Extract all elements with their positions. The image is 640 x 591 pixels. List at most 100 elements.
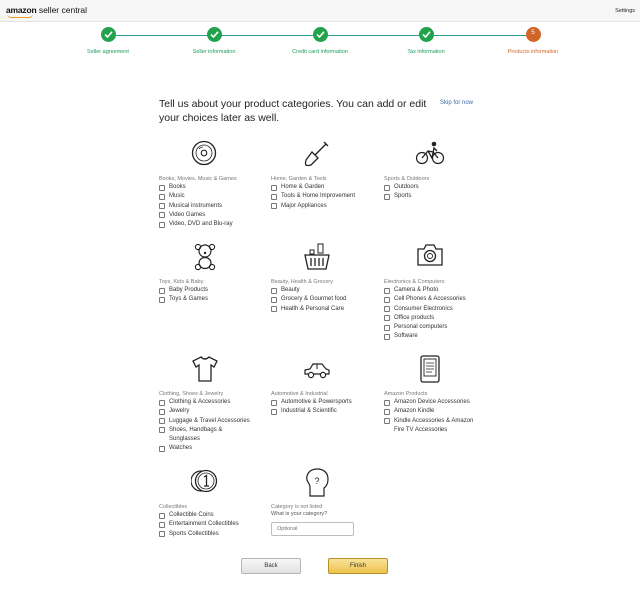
category-electronics-computers: Electronics & Computers Camera & Photo C… [384,243,496,342]
checkbox[interactable] [159,287,165,294]
step-label: Tax information [407,49,445,55]
teddy-bear-icon [194,243,216,271]
checkbox[interactable] [384,193,390,200]
checkbox[interactable] [159,427,165,434]
other-category-question: What is your category? [271,511,328,517]
category-title: Collectibles [159,504,188,510]
option-outdoors[interactable]: Outdoors [384,183,496,192]
checkbox[interactable] [159,408,165,415]
checkbox[interactable] [159,184,165,191]
checkbox[interactable] [271,296,277,303]
option-home-garden[interactable]: Home & Garden [271,183,383,192]
checkbox[interactable] [271,203,277,210]
top-bar: amazon seller central Settings [0,0,640,22]
option-video-dvd-bluray[interactable]: Video, DVD and Blu-ray [159,220,271,229]
checkbox[interactable] [159,221,165,228]
category-collectibles: Collectibles Collectible Coins Entertain… [159,468,271,539]
option-amazon-device-accessories[interactable]: Amazon Device Accessories [384,398,484,407]
category-home-garden-tools: Home, Garden & Tools Home & Garden Tools… [271,140,383,211]
option-cell-phones-accessories[interactable]: Cell Phones & Accessories [384,295,496,304]
progress-stepper: Seller agreement Seller information Cred… [0,22,640,62]
checkbox[interactable] [271,184,277,191]
category-title: Sports & Outdoors [384,176,430,182]
category-clothing-shoes-jewelry: Clothing, Shoes & Jewelry Clothing & Acc… [159,355,271,454]
category-sports-outdoors: Sports & Outdoors Outdoors Sports [384,140,496,202]
option-video-games[interactable]: Video Games [159,211,271,220]
checkbox[interactable] [159,193,165,200]
option-amazon-kindle[interactable]: Amazon Kindle [384,407,484,416]
option-musical-instruments[interactable]: Musical instruments [159,202,271,211]
checkbox[interactable] [159,296,165,303]
option-sports[interactable]: Sports [384,192,496,201]
checkbox[interactable] [384,315,390,322]
option-luggage-travel-accessories[interactable]: Luggage & Travel Accessories [159,417,271,426]
checkbox[interactable] [384,418,390,425]
settings-link[interactable]: Settings [615,8,635,14]
option-industrial-scientific[interactable]: Industrial & Scientific [271,407,383,416]
check-icon [418,27,434,42]
option-books[interactable]: Books [159,183,271,192]
step-seller-agreement: Seller agreement [68,27,148,55]
option-kindle-accessories-fire-tv[interactable]: Kindle Accessories & Amazon Fire TV Acce… [384,417,484,436]
option-consumer-electronics[interactable]: Consumer Electronics [384,305,496,314]
option-camera-photo[interactable]: Camera & Photo [384,286,496,295]
option-entertainment-collectibles[interactable]: Entertainment Collectibles [159,520,271,529]
checkbox[interactable] [384,296,390,303]
checkbox[interactable] [271,193,277,200]
option-software[interactable]: Software [384,332,496,341]
checkbox[interactable] [271,408,277,415]
option-automotive-powersports[interactable]: Automotive & Powersports [271,398,383,407]
checkbox[interactable] [384,399,390,406]
category-not-listed: ? Category is not listed What is your ca… [271,468,383,536]
checkbox[interactable] [271,399,277,406]
option-watches[interactable]: Watches [159,444,271,453]
option-baby-products[interactable]: Baby Products [159,286,271,295]
kindle-icon [420,355,440,383]
option-tools-home-improvement[interactable]: Tools & Home Improvement [271,192,383,201]
option-major-appliances[interactable]: Major Appliances [271,202,383,211]
category-title: Clothing, Shoes & Jewelry [159,391,224,397]
checkbox[interactable] [384,324,390,331]
checkbox[interactable] [159,531,165,538]
option-jewelry[interactable]: Jewelry [159,407,271,416]
step-number-badge: 5 [525,27,541,42]
option-health-personal-care[interactable]: Health & Personal Care [271,305,383,314]
category-title: Books, Movies, Music & Games [159,176,237,182]
checkbox[interactable] [384,287,390,294]
checkbox[interactable] [271,306,277,313]
option-sports-collectibles[interactable]: Sports Collectibles [159,530,271,539]
step-tax-information: Tax information [386,27,466,55]
other-category-input[interactable] [271,522,354,536]
option-beauty[interactable]: Beauty [271,286,383,295]
checkbox[interactable] [384,333,390,340]
finish-button[interactable]: Finish [328,558,388,574]
checkbox[interactable] [159,399,165,406]
amazon-seller-central-logo[interactable]: amazon seller central [6,5,87,18]
back-button[interactable]: Back [241,558,301,574]
option-office-products[interactable]: Office products [384,314,496,323]
camera-icon [417,244,443,266]
option-collectible-coins[interactable]: Collectible Coins [159,511,271,520]
question-head-icon: ? [306,468,329,497]
checkbox[interactable] [271,287,277,294]
checkbox[interactable] [159,418,165,425]
checkbox[interactable] [159,212,165,219]
step-label: Seller information [192,49,236,55]
checkbox[interactable] [159,203,165,210]
category-amazon-products: Amazon Products Amazon Device Accessorie… [384,355,484,435]
step-seller-information: Seller information [174,27,254,55]
option-clothing-accessories[interactable]: Clothing & Accessories [159,398,271,407]
option-music[interactable]: Music [159,192,271,201]
checkbox[interactable] [384,184,390,191]
checkbox[interactable] [384,408,390,415]
step-label: Seller agreement [87,49,129,55]
option-toys-games[interactable]: Toys & Games [159,295,271,304]
option-grocery-gourmet-food[interactable]: Grocery & Gourmet food [271,295,383,304]
checkbox[interactable] [384,306,390,313]
checkbox[interactable] [159,445,165,452]
option-shoes-handbags-sunglasses[interactable]: Shoes, Handbags & Sunglasses [159,426,239,445]
skip-for-now-link[interactable]: Skip for now [440,100,473,106]
checkbox[interactable] [159,521,165,528]
option-personal-computers[interactable]: Personal computers [384,323,496,332]
checkbox[interactable] [159,512,165,519]
